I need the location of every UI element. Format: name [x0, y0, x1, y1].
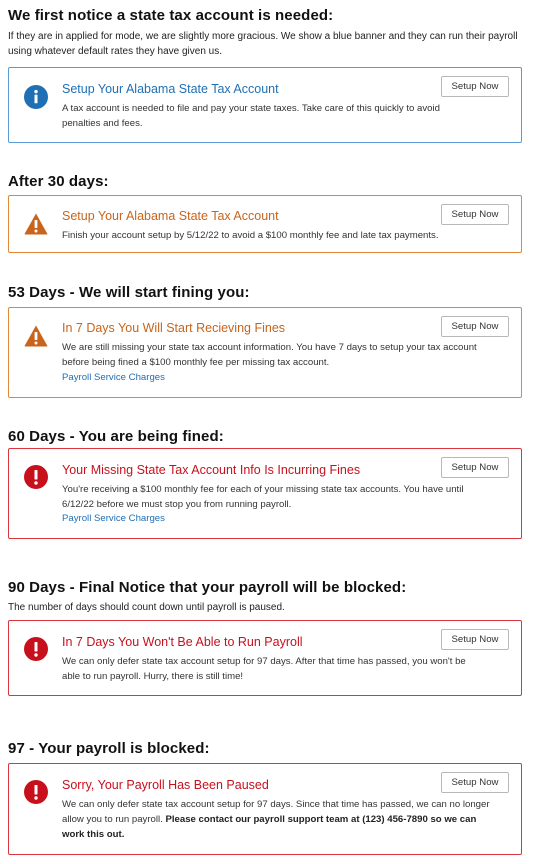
banner-title: Sorry, Your Payroll Has Been Paused	[62, 778, 269, 792]
banner-final-notice-error: In 7 Days You Won't Be Able to Run Payro…	[8, 620, 522, 696]
banner-title: Your Missing State Tax Account Info Is I…	[62, 463, 361, 477]
error-circle-icon	[24, 637, 48, 661]
setup-now-button[interactable]: Setup Now	[441, 629, 509, 650]
banner-title: Setup Your Alabama State Tax Account	[62, 209, 279, 223]
banner-setup-tax-account-warning: Setup Your Alabama State Tax Account Fin…	[8, 195, 522, 253]
section-heading-90-days: 90 Days - Final Notice that your payroll…	[8, 579, 407, 596]
banner-body: We can only defer state tax account setu…	[62, 656, 466, 682]
banner-body: A tax account is needed to file and pay …	[62, 103, 440, 129]
banner-title: In 7 Days You Won't Be Able to Run Payro…	[62, 635, 303, 649]
setup-now-button[interactable]: Setup Now	[441, 76, 509, 97]
setup-now-button[interactable]: Setup Now	[441, 772, 509, 793]
banner-fines-warning: In 7 Days You Will Start Recieving Fines…	[8, 307, 522, 398]
warning-triangle-icon	[24, 324, 48, 348]
banner-incurring-fines-error: Your Missing State Tax Account Info Is I…	[8, 448, 522, 539]
banner-body: We are still missing your state tax acco…	[62, 342, 477, 368]
section-subtext-initial: If they are in applied for mode, we are …	[8, 31, 518, 57]
banner-body: We can only defer state tax account setu…	[62, 797, 492, 842]
section-subtext-90-days: The number of days should count down unt…	[8, 602, 285, 613]
error-circle-icon	[24, 465, 48, 489]
payroll-service-charges-link[interactable]: Payroll Service Charges	[62, 372, 165, 383]
setup-now-button[interactable]: Setup Now	[441, 457, 509, 478]
info-circle-icon	[24, 85, 48, 109]
banner-title: Setup Your Alabama State Tax Account	[62, 82, 279, 96]
section-heading-53-days: 53 Days - We will start fining you:	[8, 284, 250, 301]
setup-now-button[interactable]: Setup Now	[441, 316, 509, 337]
section-heading-30-days: After 30 days:	[8, 173, 109, 190]
warning-triangle-icon	[24, 212, 48, 236]
banner-body: You're receiving a $100 monthly fee for …	[62, 484, 464, 510]
section-heading-initial: We first notice a state tax account is n…	[8, 7, 334, 24]
error-circle-icon	[24, 780, 48, 804]
section-heading-97-days: 97 - Your payroll is blocked:	[8, 740, 210, 757]
banner-setup-tax-account-info: Setup Your Alabama State Tax Account A t…	[8, 67, 522, 143]
payroll-service-charges-link[interactable]: Payroll Service Charges	[62, 513, 165, 524]
banner-title: In 7 Days You Will Start Recieving Fines	[62, 321, 286, 335]
banner-payroll-paused-error: Sorry, Your Payroll Has Been Paused We c…	[8, 763, 522, 855]
setup-now-button[interactable]: Setup Now	[441, 204, 509, 225]
banner-body: Finish your account setup by 5/12/22 to …	[62, 230, 439, 241]
section-heading-60-days: 60 Days - You are being fined:	[8, 428, 224, 445]
